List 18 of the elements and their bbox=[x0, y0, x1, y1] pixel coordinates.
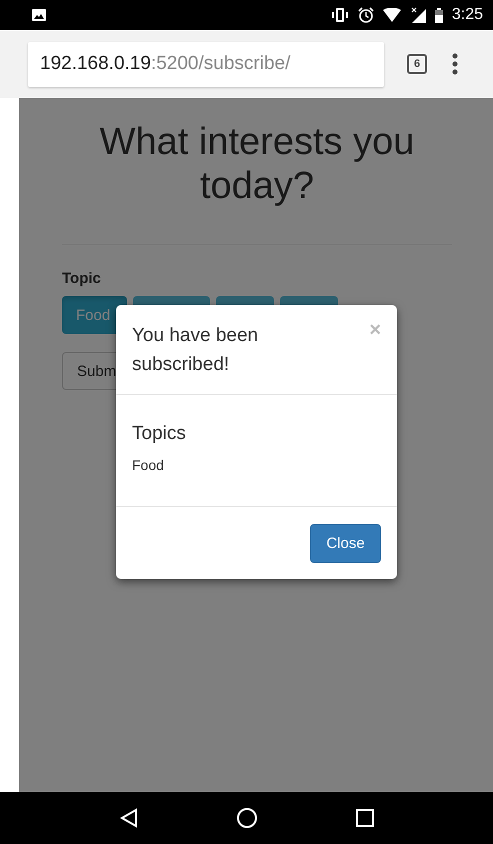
address-field[interactable]: 192.168.0.19:5200/subscribe/ bbox=[28, 42, 384, 86]
home-icon[interactable] bbox=[236, 807, 258, 829]
page-heading: What interests you today? bbox=[98, 120, 416, 208]
menu-icon[interactable] bbox=[452, 53, 458, 75]
topic-item: Food bbox=[132, 457, 165, 473]
recents-icon[interactable] bbox=[356, 809, 374, 827]
topic-label: Topic bbox=[62, 270, 102, 287]
signal-icon bbox=[410, 7, 426, 23]
battery-icon bbox=[434, 8, 443, 22]
vibrate-icon bbox=[330, 8, 349, 22]
back-icon[interactable] bbox=[118, 808, 139, 828]
wifi-icon bbox=[382, 8, 401, 22]
image-icon bbox=[32, 9, 46, 21]
section-title: Topics bbox=[132, 422, 187, 446]
tab-count-button[interactable]: 6 bbox=[407, 54, 427, 74]
close-button[interactable]: Close bbox=[310, 524, 381, 563]
clock-time: 3:25 bbox=[452, 6, 483, 24]
alarm-icon bbox=[358, 7, 374, 23]
